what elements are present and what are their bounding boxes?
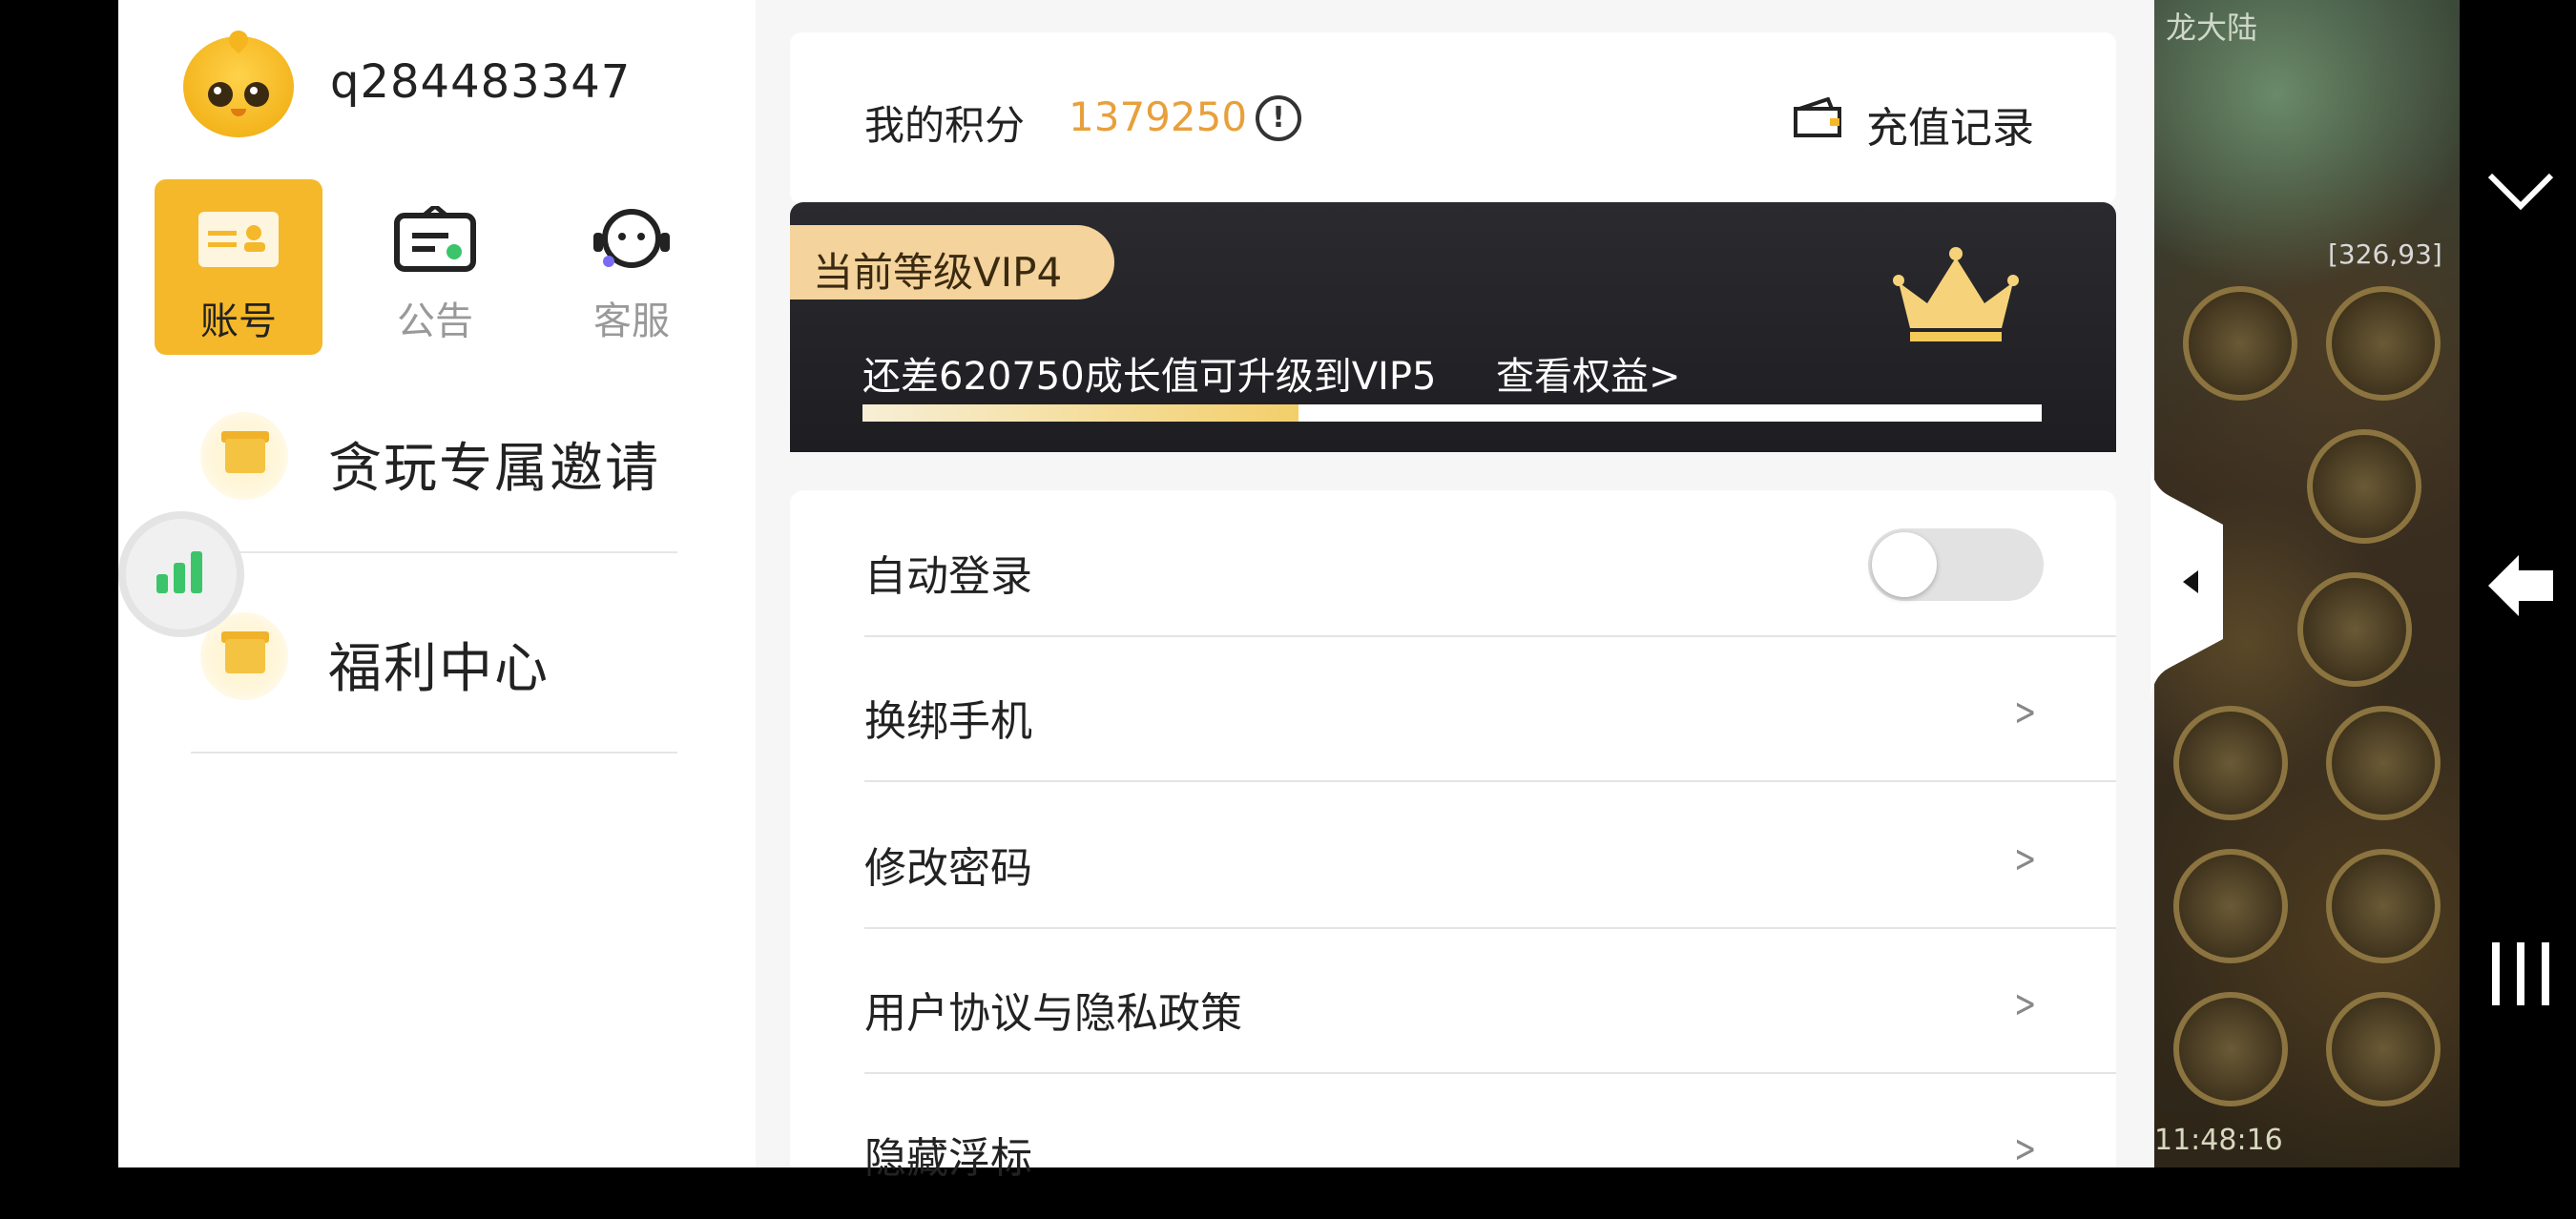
sidebar-item-invite-label: 贪玩专属邀请 xyxy=(328,438,660,500)
chevron-right-icon: > xyxy=(2014,982,2037,1026)
game-skill-button xyxy=(2173,992,2288,1106)
setting-label: 修改密码 xyxy=(864,844,1032,893)
signal-bar-icon xyxy=(156,574,168,593)
game-skill-button xyxy=(2183,286,2297,401)
setting-label: 换绑手机 xyxy=(864,697,1032,746)
points-value: 1379250 xyxy=(1069,93,1248,140)
setting-change-phone[interactable]: 换绑手机 > xyxy=(790,637,2116,782)
back-arrow-icon[interactable] xyxy=(2484,549,2557,622)
account-card-icon xyxy=(198,212,279,267)
chevron-right-icon: > xyxy=(2014,1127,2037,1171)
points-label: 我的积分 xyxy=(864,102,1026,149)
game-coordinates: [326,93] xyxy=(2328,238,2442,270)
auto-login-toggle[interactable] xyxy=(1868,528,2044,601)
floating-ball[interactable] xyxy=(118,511,244,637)
setting-label: 自动登录 xyxy=(864,552,1032,601)
sidebar-item-welfare[interactable]: 福利中心 xyxy=(191,563,677,754)
divider xyxy=(864,780,2116,782)
info-icon[interactable]: ! xyxy=(1256,95,1301,141)
recharge-history-link[interactable]: 充值记录 xyxy=(1866,93,2034,155)
setting-label: 用户协议与隐私政策 xyxy=(864,989,1242,1038)
vip-level-label: 当前等级VIP4 xyxy=(813,249,1063,296)
tab-account-label: 账号 xyxy=(200,300,277,343)
tab-account[interactable]: 账号 xyxy=(155,179,322,355)
signal-bar-icon xyxy=(191,551,202,593)
vip-progress-fill xyxy=(862,404,1299,422)
gift-box-icon xyxy=(200,412,288,500)
vip-progress-text: 还差620750成长值可升级到VIP5 xyxy=(862,355,1437,399)
setting-label: 隐藏浮标 xyxy=(864,1134,1032,1183)
game-skill-button xyxy=(2326,706,2441,820)
tab-notice[interactable]: 公告 xyxy=(351,179,519,355)
game-skill-button xyxy=(2173,849,2288,963)
game-skill-button xyxy=(2307,429,2421,544)
chevron-right-icon: > xyxy=(2014,691,2037,734)
username: q284483347 xyxy=(330,55,632,109)
sidebar-item-invite[interactable]: 贪玩专属邀请 xyxy=(191,362,677,553)
wallet-icon[interactable] xyxy=(1792,97,1845,139)
sidebar-item-welfare-label: 福利中心 xyxy=(328,638,550,700)
game-clock: 11:48:16 xyxy=(2154,1124,2283,1157)
setting-auto-login: 自动登录 xyxy=(790,492,2116,637)
collapse-panel-tab[interactable] xyxy=(2150,458,2227,706)
game-skill-button xyxy=(2173,706,2288,820)
divider xyxy=(191,551,677,553)
tab-service-label: 客服 xyxy=(593,300,670,343)
game-skill-button xyxy=(2326,286,2441,401)
game-skill-button xyxy=(2326,849,2441,963)
divider xyxy=(191,752,677,754)
vip-benefits-link[interactable]: 查看权益> xyxy=(1496,345,1681,401)
setting-user-agreement[interactable]: 用户协议与隐私政策 > xyxy=(790,929,2116,1074)
game-skill-button xyxy=(2297,572,2412,687)
tab-notice-label: 公告 xyxy=(397,300,473,343)
signal-bar-icon xyxy=(174,563,185,593)
chevron-right-icon: > xyxy=(2014,837,2037,881)
headset-icon xyxy=(593,209,670,268)
game-skill-button xyxy=(2326,992,2441,1106)
crown-icon xyxy=(1893,247,2019,341)
setting-change-password[interactable]: 修改密码 > xyxy=(790,784,2116,929)
setting-hide-float[interactable]: 隐藏浮标 > xyxy=(790,1074,2116,1219)
avatar[interactable] xyxy=(183,26,294,137)
recent-apps-icon[interactable] xyxy=(2484,940,2557,1007)
notice-board-icon xyxy=(394,206,476,272)
game-map-title: 龙大陆 xyxy=(2166,10,2258,46)
chevron-down-icon[interactable] xyxy=(2484,168,2557,216)
tab-service[interactable]: 客服 xyxy=(548,179,716,355)
